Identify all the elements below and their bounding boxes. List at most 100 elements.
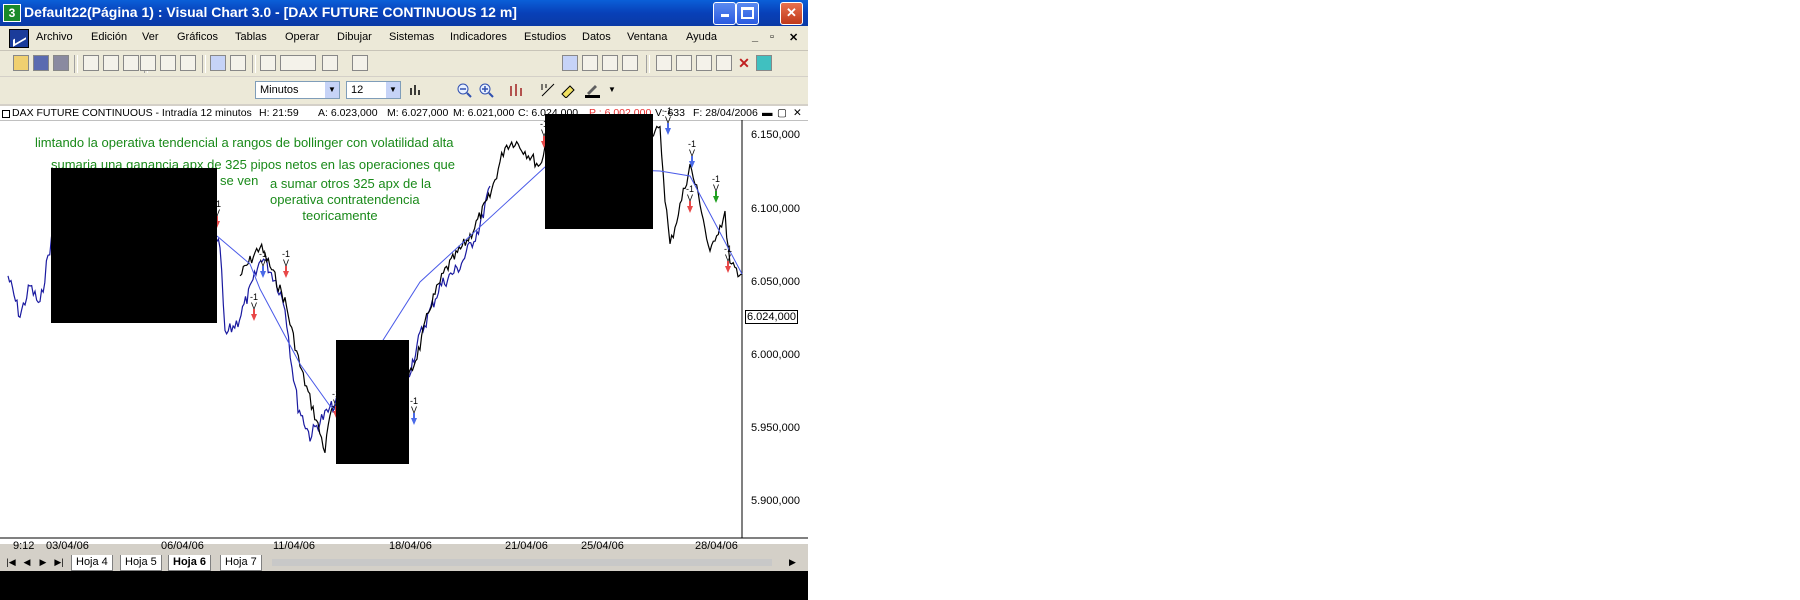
time-label: 28/04/06 [695, 540, 738, 552]
sheet-tab[interactable]: Hoja 7 [220, 555, 262, 571]
title-bar[interactable]: 3 Default22(Página 1) : Visual Chart 3.0… [0, 0, 808, 26]
scroll-right-button[interactable]: ▶ [785, 555, 800, 570]
menu-archivo[interactable]: Archivo [36, 31, 73, 43]
signal-label: V [687, 193, 693, 203]
time-label: 06/04/06 [161, 540, 204, 552]
zoom-out-icon[interactable] [456, 82, 472, 98]
close-button[interactable]: ✕ [780, 2, 803, 25]
prev-sheet-button[interactable]: ◀ [21, 556, 33, 569]
menu-graficos[interactable]: Gráficos [177, 31, 218, 43]
delete-icon[interactable]: ✕ [736, 55, 752, 71]
time-label: 9:12 [13, 540, 35, 552]
mdi-minimize-button[interactable]: _ [752, 31, 758, 43]
zoom-range-icon[interactable] [322, 55, 338, 71]
menu-ventana[interactable]: Ventana [627, 31, 667, 43]
app-icon[interactable]: 3 [3, 4, 21, 22]
window-layout-3-icon[interactable] [602, 55, 618, 71]
horizontal-scrollbar[interactable] [272, 559, 772, 566]
chart-document-icon[interactable] [9, 29, 29, 48]
pen-color-dropdown[interactable]: ▼ [608, 85, 616, 94]
restore-button[interactable] [736, 2, 759, 25]
signal-label: V [260, 258, 266, 268]
redacted-region [51, 168, 217, 323]
line-chart-icon[interactable] [123, 55, 139, 71]
interval-select[interactable]: 12 ▼ [346, 81, 401, 99]
menu-dibujar[interactable]: Dibujar [337, 31, 372, 43]
menu-edicion[interactable]: Edición [91, 31, 127, 43]
save-icon[interactable] [33, 55, 49, 71]
sheet-tab-bar: |◀ ◀ ▶ ▶| Hoja 4 Hoja 5 Hoja 6 Hoja 7 ▶ [0, 555, 808, 571]
period-toolbar: Minutos ▼ 12 ▼ ▼ [0, 77, 808, 104]
refresh-icon[interactable] [756, 55, 772, 71]
nav-prev-icon[interactable] [676, 55, 692, 71]
scroll-range-icon[interactable] [280, 55, 316, 71]
chart-style-icon[interactable] [408, 82, 424, 98]
open-icon[interactable] [13, 55, 29, 71]
annotation-text: operativa contratendencia [270, 192, 420, 207]
signal-label: V [411, 405, 417, 415]
pen-color-icon[interactable] [584, 82, 600, 98]
window-layout-2-icon[interactable] [582, 55, 598, 71]
time-label: 11/04/06 [273, 540, 316, 552]
restore-icon [741, 7, 754, 19]
nav-first-icon[interactable] [656, 55, 672, 71]
candle-chart-icon[interactable] [103, 55, 119, 71]
menu-estudios[interactable]: Estudios [524, 31, 566, 43]
connect-icon[interactable] [352, 55, 368, 71]
bar-chart-icon[interactable] [83, 55, 99, 71]
mdi-restore-button[interactable]: ▫ [770, 31, 774, 43]
first-sheet-button[interactable]: |◀ [5, 556, 17, 569]
trendline-icon[interactable] [540, 82, 556, 98]
period-select[interactable]: Minutos ▼ [255, 81, 340, 99]
close-icon: ✕ [786, 5, 797, 20]
signal-label: V [283, 258, 289, 268]
current-price-label: 6.024,000 [745, 310, 798, 324]
bars-icon[interactable] [508, 82, 524, 98]
cursor-mode-icon[interactable] [210, 55, 226, 71]
chevron-down-icon: ▼ [386, 82, 400, 98]
menu-ver[interactable]: Ver [142, 31, 159, 43]
menu-ayuda[interactable]: Ayuda [686, 31, 717, 43]
minimize-button[interactable] [713, 2, 736, 25]
window-layout-4-icon[interactable] [622, 55, 638, 71]
price-label: 6.000,000 [751, 349, 800, 361]
properties-icon[interactable] [260, 55, 276, 71]
menu-tablas[interactable]: Tablas [235, 31, 267, 43]
annotation-text: limtando la operativa tendencial a rango… [35, 135, 454, 150]
fill-icon[interactable] [560, 82, 576, 99]
indicator-icon[interactable] [140, 55, 156, 71]
last-sheet-button[interactable]: ▶| [53, 556, 65, 569]
annotation-text: teoricamente [302, 208, 378, 223]
menu-datos[interactable]: Datos [582, 31, 611, 43]
time-label: 25/04/06 [581, 540, 624, 552]
mdi-close-button[interactable]: ✕ [789, 31, 798, 44]
crosshair-icon[interactable] [230, 55, 246, 71]
main-toolbar: ✕ [0, 51, 808, 76]
signal-label: V [251, 301, 257, 311]
sheet-tab[interactable]: Hoja 4 [71, 555, 113, 571]
chart-window: DAX FUTURE CONTINUOUS - Intradía 12 minu… [0, 106, 808, 552]
nav-next-icon[interactable] [696, 55, 712, 71]
system-icon[interactable] [180, 55, 196, 71]
redacted-region [336, 340, 409, 464]
signal-label: V [665, 115, 671, 125]
nav-last-icon[interactable] [716, 55, 732, 71]
toolbar-separator [252, 55, 256, 73]
price-label: 5.900,000 [751, 495, 800, 507]
sheet-tab-active[interactable]: Hoja 6 [168, 555, 212, 571]
window-title: Default22(Página 1) : Visual Chart 3.0 -… [24, 4, 517, 20]
zoom-in-icon[interactable] [478, 82, 494, 98]
sheet-tab[interactable]: Hoja 5 [120, 555, 162, 571]
menu-indicadores[interactable]: Indicadores [450, 31, 507, 43]
time-label: 03/04/06 [46, 540, 89, 552]
save-all-icon[interactable] [53, 55, 69, 71]
study-icon[interactable] [160, 55, 176, 71]
price-label: 6.100,000 [751, 203, 800, 215]
menu-operar[interactable]: Operar [285, 31, 319, 43]
next-sheet-button[interactable]: ▶ [37, 556, 49, 569]
price-label: 5.950,000 [751, 422, 800, 434]
menu-bar: Archivo Edición Ver Gráficos Tablas Oper… [0, 26, 808, 51]
toolbar-separator [646, 55, 650, 73]
window-layout-1-icon[interactable] [562, 55, 578, 71]
menu-sistemas[interactable]: Sistemas [389, 31, 434, 43]
